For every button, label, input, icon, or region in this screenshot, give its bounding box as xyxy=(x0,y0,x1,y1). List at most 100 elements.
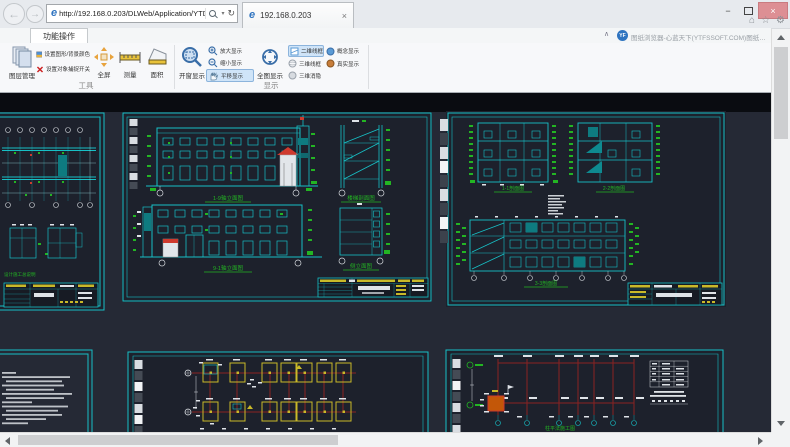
sheet-b-title-block xyxy=(318,278,428,297)
brand-text: 图纸浏览器-心蓝天下(YTFSSOFT.COM)图纸浏览控件-试用版 xyxy=(631,32,769,42)
ribbon-separator xyxy=(368,45,369,89)
fullscreen-button[interactable]: 全屏 xyxy=(92,46,116,79)
zoom-out-label: 缩小显示 xyxy=(220,59,242,67)
drawing-canvas[interactable]: 设计施工总说明 xyxy=(0,93,771,432)
style-3d-wire-label: 三维线框 xyxy=(299,60,321,68)
ribbon-separator xyxy=(174,45,175,89)
column-plan-label: 柱平法施工图 xyxy=(545,425,575,432)
sheet-plan-partial: 设计施工总说明 xyxy=(0,113,104,310)
sheet-column-plan: 柱平法施工图 xyxy=(446,350,723,432)
vertical-scrollbar-thumb[interactable] xyxy=(774,47,788,139)
bg-color-icon xyxy=(36,49,42,60)
stair-section-label: 楼梯剖面图 xyxy=(347,194,375,202)
ribbon: 图层管理 设置图形/背景颜色 设置对象捕捉开关 全屏 xyxy=(0,43,771,93)
minimize-button[interactable]: − xyxy=(718,4,738,18)
fullscreen-label: 全屏 xyxy=(98,69,111,79)
sheet-elevations: 1-9轴立面图 楼梯剖面图 xyxy=(122,112,432,302)
window-zoom-icon xyxy=(180,45,204,69)
canvas-top-band xyxy=(0,93,771,112)
window-zoom-label: 开窗显示 xyxy=(179,70,205,80)
forward-button[interactable]: → xyxy=(26,5,44,23)
zoom-in-icon xyxy=(208,46,218,56)
style-realistic-button[interactable]: 真实显示 xyxy=(326,58,362,69)
style-2d-wireframe-button[interactable]: 二维线框 xyxy=(288,45,324,57)
zoom-in-button[interactable]: 放大显示 xyxy=(208,45,252,56)
pan-label: 平移显示 xyxy=(221,72,243,80)
scroll-left-icon[interactable] xyxy=(5,437,10,445)
fit-view-label: 全图显示 xyxy=(257,70,283,80)
zoom-out-icon xyxy=(208,58,218,68)
sheet-foundation-plan xyxy=(128,352,428,432)
style-realistic-icon xyxy=(326,59,335,68)
style-concept-button[interactable]: 概念显示 xyxy=(326,45,362,57)
scrollbar-corner xyxy=(771,432,790,447)
scroll-down-icon[interactable] xyxy=(777,421,785,426)
dropdown-icon[interactable]: ▾ xyxy=(221,10,224,17)
url-text[interactable]: http://192.168.0.203/DLWeb/Application/Y… xyxy=(59,9,205,18)
browser-tab[interactable]: e 192.168.0.203 × xyxy=(242,2,354,28)
style-realistic-label: 真实显示 xyxy=(337,60,359,68)
section-2-label: 2-2剖面图 xyxy=(603,185,625,192)
browser-titlebar: ← → e http://192.168.0.203/DLWeb/Applica… xyxy=(0,0,790,29)
ribbon-collapse-icon[interactable]: ∧ xyxy=(604,30,609,38)
measure-ruler-icon xyxy=(118,46,142,68)
elevation-2-label: 9-1轴立面图 xyxy=(213,264,243,272)
zoom-in-label: 放大显示 xyxy=(220,47,242,55)
fit-view-button[interactable]: 全图显示 xyxy=(256,45,284,80)
binding-strip xyxy=(440,119,448,243)
layer-manage-button[interactable]: 图层管理 xyxy=(6,45,38,80)
set-osnap-button[interactable]: 设置对象捕捉开关 xyxy=(36,63,90,75)
search-icon[interactable] xyxy=(209,10,216,17)
tools-group-label: 工具 xyxy=(0,80,172,91)
side-section-label: 侧立面图 xyxy=(350,262,373,270)
ribbon-tabstrip: 功能操作 ∧ YF 图纸浏览器-心蓝天下(YTFSSOFT.COM)图纸浏览控件… xyxy=(0,28,771,44)
zoom-out-button[interactable]: 缩小显示 xyxy=(208,57,252,68)
style-concept-icon xyxy=(326,47,335,56)
back-icon: ← xyxy=(8,7,20,21)
address-bar[interactable]: e http://192.168.0.203/DLWeb/Application… xyxy=(46,4,238,23)
pan-hand-icon xyxy=(209,71,219,81)
back-button[interactable]: ← xyxy=(3,3,25,25)
settings-gear-icon[interactable]: ⚙ xyxy=(776,15,785,26)
sheet-a-title-block xyxy=(4,283,98,307)
vertical-scrollbar[interactable] xyxy=(771,29,790,432)
style-3d-wire-icon xyxy=(288,59,297,68)
sheet-a-note: 设计施工总说明 xyxy=(4,271,36,278)
layer-manage-label: 图层管理 xyxy=(9,70,35,80)
horizontal-scrollbar[interactable] xyxy=(0,432,771,447)
refresh-icon[interactable]: ↻ xyxy=(227,8,235,19)
horizontal-scrollbar-thumb[interactable] xyxy=(18,435,338,445)
quick-icons: ⌂ ☆ ⚙ xyxy=(749,15,785,26)
style-3d-hidden-label: 三维消隐 xyxy=(299,72,321,80)
style-2d-label: 二维线框 xyxy=(301,47,323,55)
sheet-c-title-block xyxy=(628,283,722,305)
tab-title: 192.168.0.203 xyxy=(260,11,340,20)
measure-label: 测量 xyxy=(124,69,137,79)
window-zoom-button[interactable]: 开窗显示 xyxy=(178,45,206,80)
favorites-star-icon[interactable]: ☆ xyxy=(761,15,770,26)
set-bg-color-button[interactable]: 设置图形/背景颜色 xyxy=(36,48,90,60)
ie-tab-icon: e xyxy=(249,10,255,21)
section-3-label: 3-3剖面图 xyxy=(535,280,557,287)
fit-view-icon xyxy=(258,45,282,69)
set-bg-color-label: 设置图形/背景颜色 xyxy=(44,50,90,58)
snap-toggle-icon xyxy=(36,64,44,75)
scroll-right-icon[interactable] xyxy=(758,437,763,445)
browser-window: ← → e http://192.168.0.203/DLWeb/Applica… xyxy=(0,0,790,447)
scroll-up-icon[interactable] xyxy=(777,35,785,40)
maximize-icon xyxy=(744,7,753,15)
style-3d-wireframe-button[interactable]: 三维线框 xyxy=(288,58,324,69)
tab-function-operations[interactable]: 功能操作 xyxy=(30,28,88,43)
measure-button[interactable]: 测量 xyxy=(117,46,143,79)
fullscreen-icon xyxy=(93,46,115,68)
home-icon[interactable]: ⌂ xyxy=(749,15,755,26)
area-icon xyxy=(145,46,169,68)
style-concept-label: 概念显示 xyxy=(337,47,359,55)
style-2d-icon xyxy=(290,47,299,56)
area-button[interactable]: 面积 xyxy=(144,46,170,79)
display-group-label: 显示 xyxy=(176,80,366,91)
brand-logo: YF xyxy=(617,30,628,41)
tab-close-icon[interactable]: × xyxy=(340,11,349,21)
sheet-sections: 1-1剖面图 2-2剖面图 xyxy=(440,111,726,307)
area-label: 面积 xyxy=(151,69,164,79)
